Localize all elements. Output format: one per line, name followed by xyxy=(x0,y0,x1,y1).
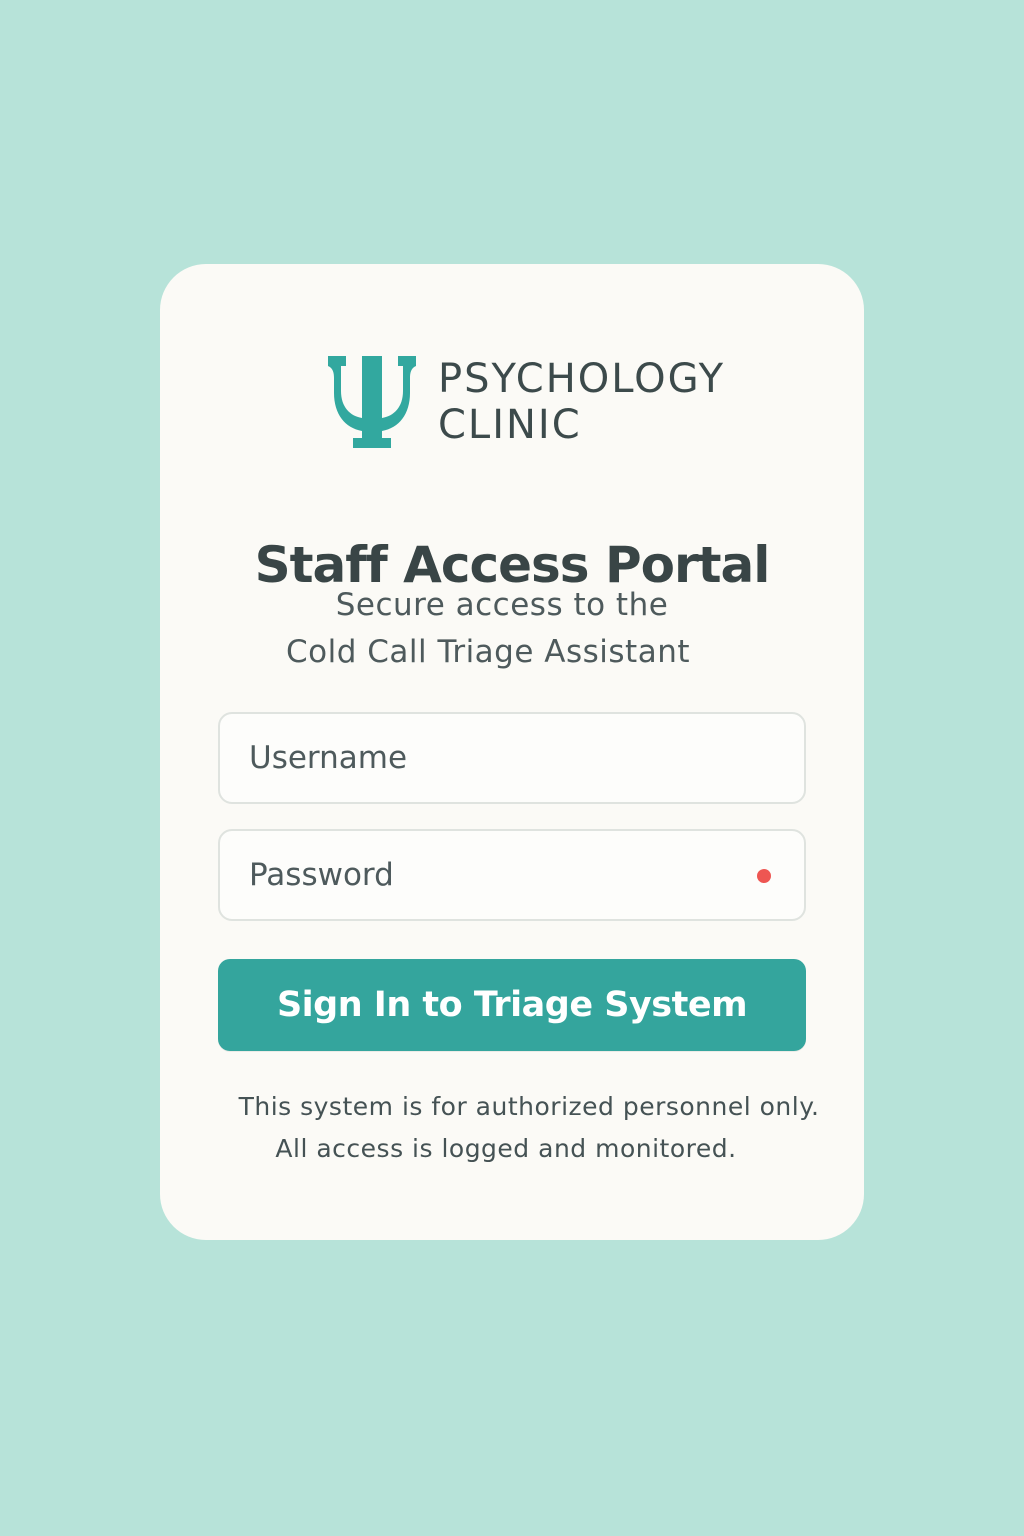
password-error-dot-icon xyxy=(757,869,771,883)
username-input[interactable] xyxy=(218,712,806,804)
psi-icon xyxy=(328,356,416,448)
password-input[interactable] xyxy=(218,829,806,921)
login-page: { "logo": { "icon": "psi-icon", "line1":… xyxy=(0,0,1024,1536)
portal-description: Secure access to the Cold Call Triage As… xyxy=(160,582,864,676)
security-notice-line-1: This system is for authorized personnel … xyxy=(238,1092,820,1121)
clinic-name-line-1: PSYCHOLOGY xyxy=(438,356,726,402)
security-notice: This system is for authorized personnel … xyxy=(160,1086,864,1170)
login-card: PSYCHOLOGY CLINIC Staff Access Portal Se… xyxy=(160,264,864,1240)
security-notice-line-2: All access is logged and monitored. xyxy=(275,1134,737,1163)
description-line-1: Secure access to the xyxy=(335,587,669,623)
clinic-logo: PSYCHOLOGY CLINIC xyxy=(328,356,748,452)
clinic-name: PSYCHOLOGY CLINIC xyxy=(438,356,725,448)
description-line-2: Cold Call Triage Assistant xyxy=(285,634,691,670)
clinic-name-line-2: CLINIC xyxy=(438,402,582,448)
sign-in-button[interactable]: Sign In to Triage System xyxy=(218,959,806,1051)
